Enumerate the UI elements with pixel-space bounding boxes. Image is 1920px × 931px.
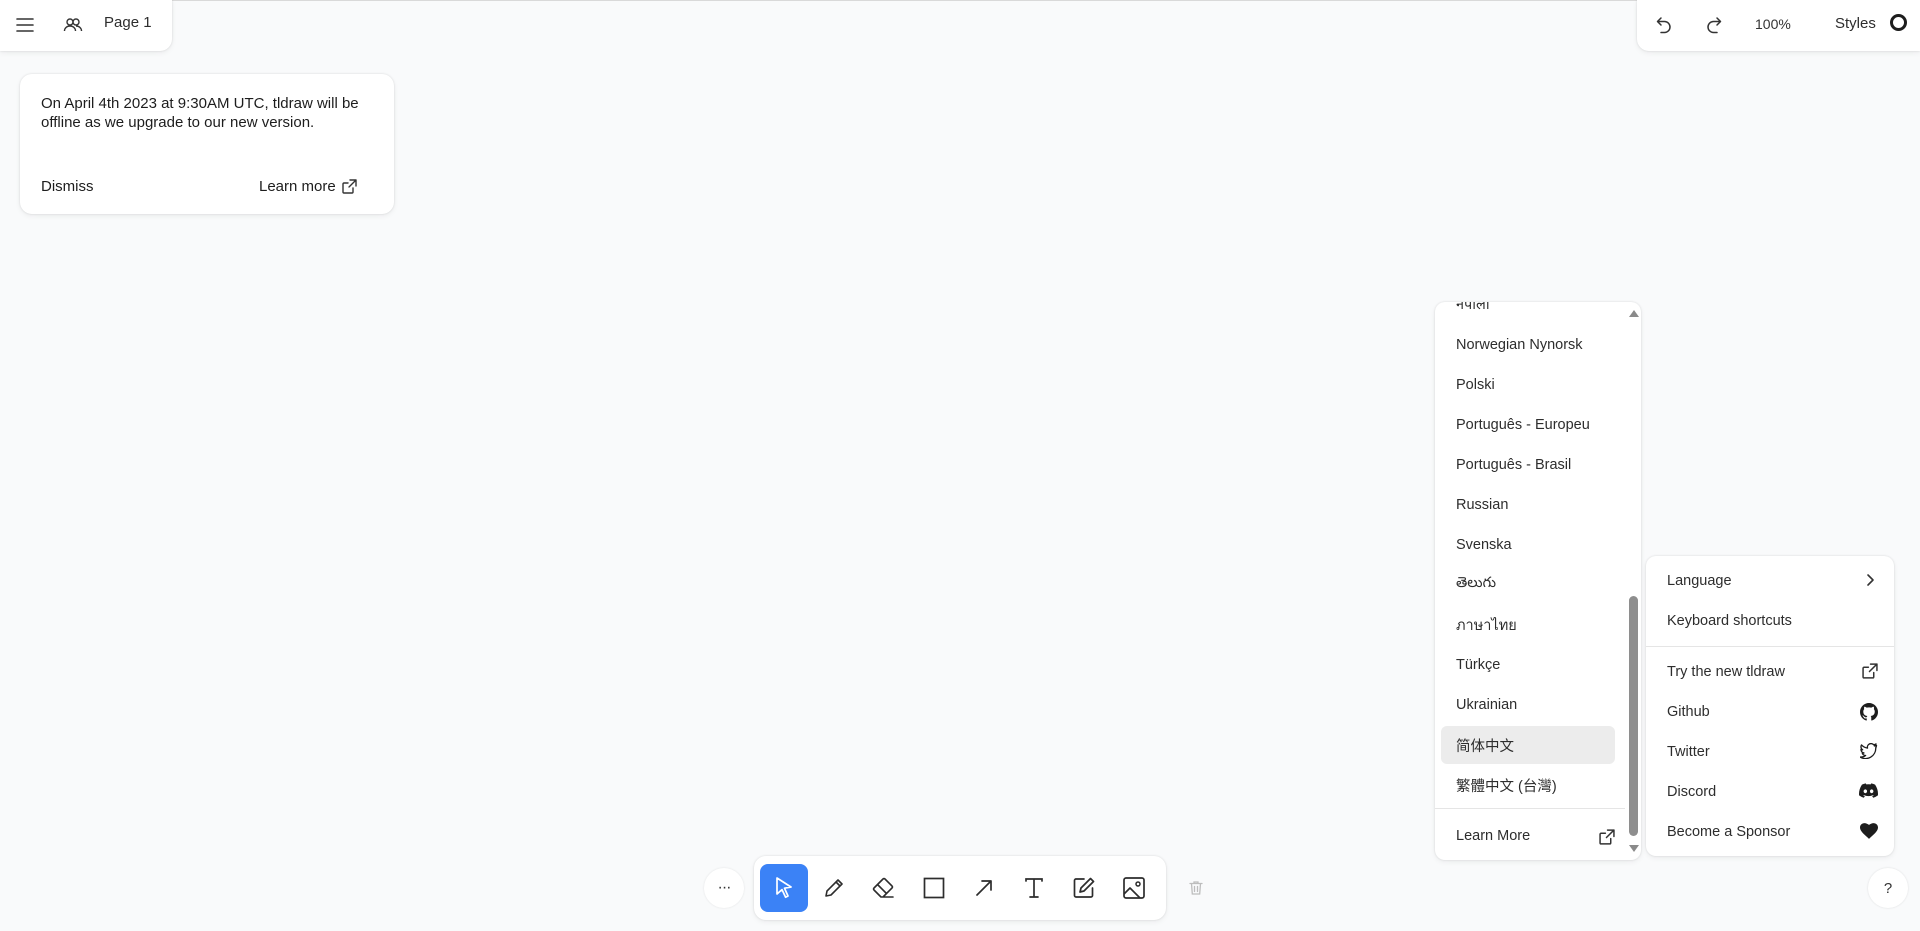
people-icon (63, 18, 83, 32)
language-item[interactable]: Português - Europeu (1441, 406, 1615, 444)
tool-arrow[interactable] (960, 864, 1008, 912)
menu-item-try-new-tldraw[interactable]: Try the new tldraw (1652, 653, 1888, 691)
pencil-icon (825, 879, 843, 897)
menu-item-label: Discord (1667, 784, 1717, 800)
menu-item-label: Language (1667, 573, 1732, 589)
zoom-level[interactable]: 100% (1755, 16, 1791, 32)
external-link-icon (1599, 829, 1615, 845)
language-item[interactable]: Português - Brasil (1441, 446, 1615, 484)
delete-button[interactable] (1176, 868, 1216, 908)
menu-item-label: Github (1667, 704, 1710, 720)
undo-icon (1656, 17, 1671, 34)
tool-eraser[interactable] (860, 864, 908, 912)
menu-item-discord[interactable]: Discord (1652, 773, 1888, 811)
chevron-right-icon (1867, 574, 1874, 586)
github-icon (1860, 703, 1878, 721)
page-menu-button[interactable]: Page 1 (104, 14, 152, 31)
main-menu-button[interactable] (6, 6, 44, 44)
tool-sticky-note[interactable] (1060, 864, 1108, 912)
tool-toolbar (754, 856, 1166, 920)
heart-icon (1860, 823, 1878, 839)
eraser-icon (872, 877, 894, 898)
language-learn-more-label: Learn More (1456, 828, 1531, 844)
help-button[interactable]: ? (1868, 868, 1908, 908)
trash-icon (1189, 881, 1203, 895)
menu-item-label: Keyboard shortcuts (1667, 613, 1792, 629)
tool-select[interactable] (760, 864, 808, 912)
language-item[interactable]: Polski (1441, 366, 1615, 404)
rectangle-icon (923, 877, 945, 899)
learn-more-label: Learn more (259, 178, 336, 195)
menu-item-github[interactable]: Github (1652, 693, 1888, 731)
menu-item-keyboard-shortcuts[interactable]: Keyboard shortcuts (1652, 602, 1888, 640)
top-left-panel: Page 1 (0, 0, 172, 51)
notice-text: On April 4th 2023 at 9:30AM UTC, tldraw … (41, 95, 359, 131)
language-item[interactable]: Norwegian Nynorsk (1441, 326, 1615, 364)
styles-button[interactable]: Styles (1835, 15, 1876, 32)
menu-item-twitter[interactable]: Twitter (1652, 733, 1888, 771)
scroll-down-arrow[interactable] (1629, 845, 1639, 852)
sticky-note-icon (1073, 877, 1095, 898)
language-item[interactable]: Ukrainian (1441, 686, 1615, 724)
tool-rectangle[interactable] (910, 864, 958, 912)
learn-more-link[interactable]: Learn more (259, 178, 357, 195)
top-border (0, 0, 1920, 1)
arrow-icon (976, 880, 992, 896)
image-icon (1123, 877, 1145, 899)
divider (1646, 646, 1894, 647)
divider (1435, 808, 1625, 809)
menu-item-label: Try the new tldraw (1667, 664, 1785, 680)
language-item[interactable]: नेपाली (1441, 302, 1615, 323)
dismiss-button[interactable]: Dismiss (41, 178, 94, 195)
language-item[interactable]: Türkçe (1441, 646, 1615, 684)
tool-text[interactable] (1010, 864, 1058, 912)
external-link-icon (342, 179, 357, 194)
language-item[interactable]: Russian (1441, 486, 1615, 524)
more-tools-button[interactable]: ··· (704, 868, 744, 908)
undo-button[interactable] (1645, 6, 1683, 44)
menu-item-sponsor[interactable]: Become a Sponsor (1652, 813, 1888, 851)
scrollbar-thumb[interactable] (1629, 596, 1638, 836)
redo-icon (1707, 17, 1722, 34)
more-label: ··· (717, 879, 732, 896)
language-item[interactable]: Svenska (1441, 526, 1615, 564)
language-item[interactable]: 繁體中文 (台灣) (1441, 766, 1615, 804)
scroll-up-arrow[interactable] (1629, 310, 1639, 317)
redo-button[interactable] (1695, 6, 1733, 44)
text-icon (1025, 878, 1043, 898)
top-right-panel: 100% Styles (1637, 0, 1920, 51)
discord-icon (1859, 783, 1878, 798)
tool-image[interactable] (1110, 864, 1158, 912)
help-menu: Language Keyboard shortcuts Try the new … (1646, 556, 1894, 856)
language-item-selected[interactable]: 简体中文 (1441, 726, 1615, 764)
menu-item-label: Become a Sponsor (1667, 824, 1791, 840)
external-link-icon (1862, 663, 1878, 679)
offline-notice: On April 4th 2023 at 9:30AM UTC, tldraw … (20, 74, 394, 214)
tool-draw[interactable] (810, 864, 858, 912)
people-button[interactable] (54, 6, 92, 44)
language-learn-more-link[interactable]: Learn More (1441, 817, 1615, 855)
menu-item-label: Twitter (1667, 744, 1710, 760)
twitter-icon (1860, 743, 1878, 759)
language-item[interactable]: తెలుగు (1441, 566, 1615, 604)
language-item[interactable]: ภาษาไทย (1441, 606, 1615, 644)
help-label: ? (1883, 879, 1893, 897)
menu-item-language[interactable]: Language (1652, 562, 1888, 600)
cursor-icon (776, 877, 792, 899)
style-color-indicator[interactable] (1890, 14, 1907, 31)
hamburger-menu-icon (16, 18, 34, 32)
language-submenu: नेपाली Norwegian Nynorsk Polski Portuguê… (1435, 302, 1641, 860)
scrollbar[interactable] (1623, 302, 1641, 860)
